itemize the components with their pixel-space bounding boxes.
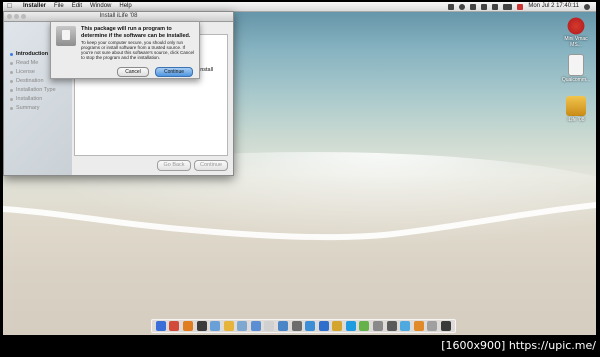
dock-app-icon[interactable] — [196, 321, 207, 331]
dock-app-icon[interactable] — [318, 321, 329, 331]
dock-app-icon[interactable] — [250, 321, 261, 331]
step-summary: Summary — [10, 104, 56, 113]
dock-app-icon[interactable] — [291, 321, 302, 331]
camera-status-icon[interactable] — [448, 3, 455, 10]
apple-mascot-icon — [566, 15, 586, 35]
dock-app-icon[interactable] — [223, 321, 234, 331]
battery-icon[interactable] — [503, 3, 513, 10]
step-dot-icon — [10, 53, 13, 56]
dock-app-icon[interactable] — [264, 321, 275, 331]
step-dot-icon — [10, 80, 13, 83]
dock-app-icon[interactable] — [440, 321, 451, 331]
wifi-icon[interactable] — [481, 3, 488, 10]
shoreline-foam — [3, 202, 596, 241]
flag-icon[interactable] — [517, 3, 524, 10]
menu-help[interactable]: Help — [119, 2, 131, 11]
step-installation: Installation — [10, 95, 56, 104]
dock-app-icon[interactable] — [400, 321, 411, 331]
minimize-button[interactable] — [14, 14, 19, 19]
desktop-icon-mini-vmac[interactable]: Mini Vmac MS... — [561, 15, 591, 48]
dock-app-icon[interactable] — [345, 321, 356, 331]
step-installation-type: Installation Type — [10, 86, 56, 95]
dock-app-icon[interactable] — [237, 321, 248, 331]
step-dot-icon — [10, 62, 13, 65]
alert-message: To keep your computer secure, you should… — [81, 40, 195, 60]
step-read-me: Read Me — [10, 59, 56, 68]
step-destination: Destination — [10, 77, 56, 86]
window-title: Install iLife '08 — [99, 13, 138, 19]
menu-window[interactable]: Window — [90, 2, 111, 11]
dock-app-icon[interactable] — [305, 321, 316, 331]
footer-bar: [1600x900] https://upic.me/ — [0, 336, 600, 357]
desktop-icon-label: iLife '08 — [567, 117, 585, 123]
step-license: License — [10, 68, 56, 77]
volume-icon[interactable] — [492, 3, 499, 10]
package-icon — [566, 96, 586, 116]
alert-continue-button[interactable]: Continue — [155, 67, 193, 77]
dock-app-icon[interactable] — [386, 321, 397, 331]
menu-file[interactable]: File — [54, 2, 64, 11]
dock-app-icon[interactable] — [373, 321, 384, 331]
step-dot-icon — [10, 98, 13, 101]
desktop-icon-ilife[interactable]: iLife '08 — [561, 96, 591, 123]
dock-app-icon[interactable] — [413, 321, 424, 331]
spotlight-icon[interactable] — [584, 3, 590, 10]
document-icon — [568, 54, 584, 76]
step-dot-icon — [10, 89, 13, 92]
continue-button[interactable]: Continue — [194, 160, 228, 171]
menu-app-name[interactable]: Installer — [23, 2, 46, 11]
desktop-icon-label: Qualcomm... — [561, 77, 591, 83]
menu-clock[interactable]: Mon Jul 2 17:40:11 — [528, 2, 579, 11]
desktop:  Installer File Edit Window Help Mon Ju… — [3, 2, 596, 335]
dock-app-icon[interactable] — [155, 321, 166, 331]
alert-sheet: This package will run a program to deter… — [50, 21, 200, 79]
step-introduction: Introduction — [10, 50, 56, 59]
go-back-button[interactable]: Go Back — [157, 160, 191, 171]
footer-credit: [1600x900] https://upic.me/ — [441, 339, 596, 352]
desktop-icon-qualcomm[interactable]: Qualcomm... — [561, 54, 591, 83]
alert-title: This package will run a program to deter… — [81, 26, 191, 39]
zoom-button[interactable] — [21, 14, 26, 19]
dock-app-icon[interactable] — [210, 321, 221, 331]
dock-app-icon[interactable] — [427, 321, 438, 331]
apple-menu-icon[interactable]:  — [7, 2, 12, 11]
dock-app-icon[interactable] — [359, 321, 370, 331]
menu-edit[interactable]: Edit — [72, 2, 82, 11]
step-dot-icon — [10, 71, 13, 74]
dock — [151, 319, 456, 333]
time-machine-icon[interactable] — [459, 3, 466, 10]
pane-text: install — [199, 67, 214, 73]
close-button[interactable] — [7, 14, 12, 19]
installer-package-icon — [56, 26, 76, 46]
dock-app-icon[interactable] — [182, 321, 193, 331]
desktop-icon-label: Mini Vmac MS... — [564, 36, 588, 48]
alert-cancel-button[interactable]: Cancel — [117, 67, 149, 77]
step-dot-icon — [10, 107, 13, 110]
bluetooth-icon[interactable] — [470, 3, 477, 10]
dock-app-icon[interactable] — [332, 321, 343, 331]
dock-app-icon[interactable] — [277, 321, 288, 331]
dock-app-icon[interactable] — [169, 321, 180, 331]
